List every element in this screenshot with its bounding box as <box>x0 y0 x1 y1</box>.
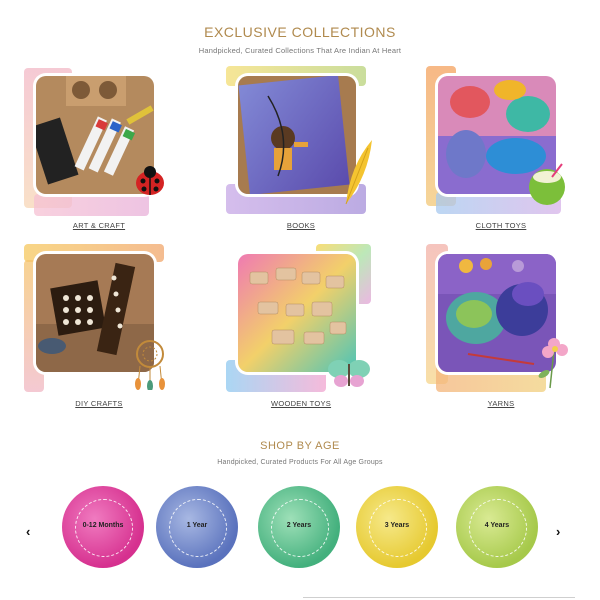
age-group-0-12-months[interactable]: 0-12 Months <box>62 486 144 568</box>
collection-label[interactable]: ART & CRAFT <box>24 221 174 230</box>
collection-image-frame <box>226 244 376 394</box>
age-group-3-years[interactable]: 3 Years <box>356 486 438 568</box>
collection-label[interactable]: BOOKS <box>226 221 376 230</box>
wooden-toys-photo <box>238 254 356 372</box>
feather-icon <box>345 140 372 205</box>
exclusive-collections-title: EXCLUSIVE COLLECTIONS <box>204 24 396 40</box>
chevron-left-icon[interactable]: ‹ <box>26 524 30 539</box>
collection-image-frame <box>226 66 376 216</box>
collection-label[interactable]: DIY CRAFTS <box>24 399 174 408</box>
collection-image-frame <box>24 244 174 394</box>
divider <box>303 597 575 598</box>
butterfly-icon <box>328 360 370 387</box>
collection-label[interactable]: WOODEN TOYS <box>226 399 376 408</box>
collection-cloth-toys[interactable]: CLOTH TOYS <box>426 66 576 246</box>
collection-label[interactable]: CLOTH TOYS <box>426 221 576 230</box>
age-group-2-years[interactable]: 2 Years <box>258 486 340 568</box>
chevron-right-icon[interactable]: › <box>556 524 560 539</box>
collection-books[interactable]: BOOKS <box>226 66 376 246</box>
age-group-label: 1 Year <box>186 522 208 529</box>
age-group-label: 2 Years <box>286 522 312 529</box>
shop-by-age-title: SHOP BY AGE <box>260 440 340 452</box>
shop-by-age-subtitle: Handpicked, Curated Products For All Age… <box>217 459 383 466</box>
age-group-label: 3 Years <box>384 522 410 529</box>
flower-icon <box>538 338 568 389</box>
collection-image-frame <box>426 66 576 216</box>
collection-wooden-toys[interactable]: WOODEN TOYS <box>226 244 376 424</box>
collection-diy-crafts[interactable]: DIY CRAFTS <box>24 244 174 424</box>
exclusive-collections-subtitle: Handpicked, Curated Collections That Are… <box>198 46 402 55</box>
collection-art-craft[interactable]: ART & CRAFT <box>24 66 174 246</box>
ladybug-icon <box>136 166 164 195</box>
dreamcatcher-icon <box>135 340 165 390</box>
age-group-label: 4 Years <box>484 522 510 529</box>
collection-image-frame <box>24 66 174 216</box>
collection-yarns[interactable]: YARNS <box>426 244 576 424</box>
coconut-drink-icon <box>529 163 565 205</box>
age-group-label: 0-12 Months <box>82 522 124 529</box>
collection-image-frame <box>426 244 576 394</box>
collection-label[interactable]: YARNS <box>426 399 576 408</box>
age-group-1-year[interactable]: 1 Year <box>156 486 238 568</box>
age-group-4-years[interactable]: 4 Years <box>456 486 538 568</box>
